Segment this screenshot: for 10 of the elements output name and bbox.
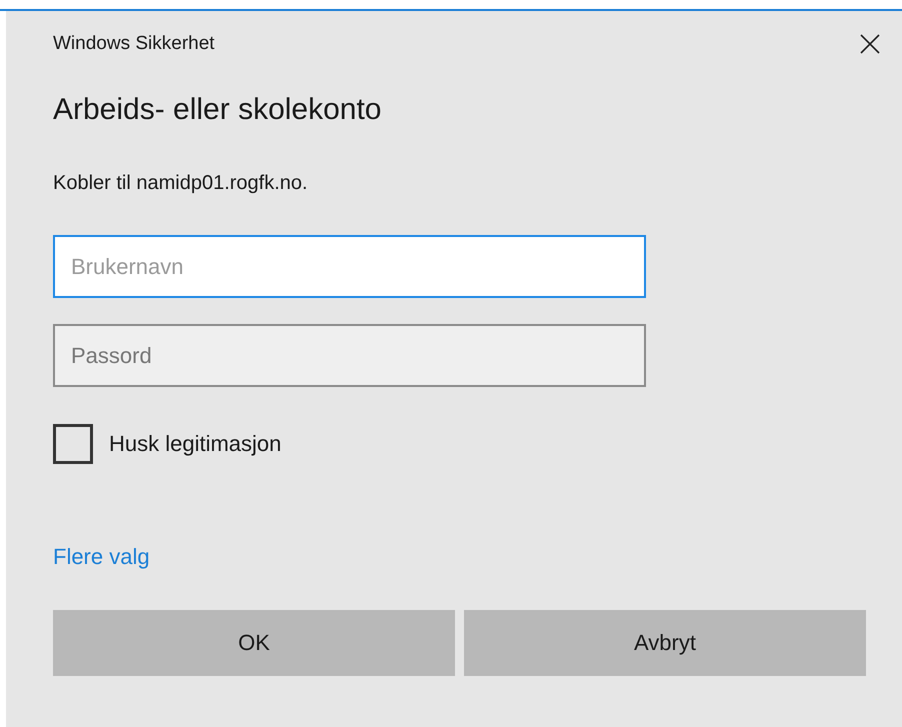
remember-label[interactable]: Husk legitimasjon bbox=[109, 431, 282, 457]
password-field[interactable]: Passord bbox=[53, 324, 646, 387]
remember-checkbox[interactable] bbox=[53, 424, 93, 464]
window-title: Windows Sikkerhet bbox=[53, 33, 215, 55]
close-icon[interactable] bbox=[860, 34, 880, 54]
dialog-heading: Arbeids- eller skolekonto bbox=[53, 93, 382, 127]
username-field[interactable]: Brukernavn bbox=[53, 235, 646, 298]
dialog-button[interactable]: OK bbox=[53, 610, 455, 676]
dialog-button[interactable]: Avbryt bbox=[464, 610, 866, 676]
connection-message: Kobler til namidp01.rogfk.no. bbox=[53, 172, 309, 195]
